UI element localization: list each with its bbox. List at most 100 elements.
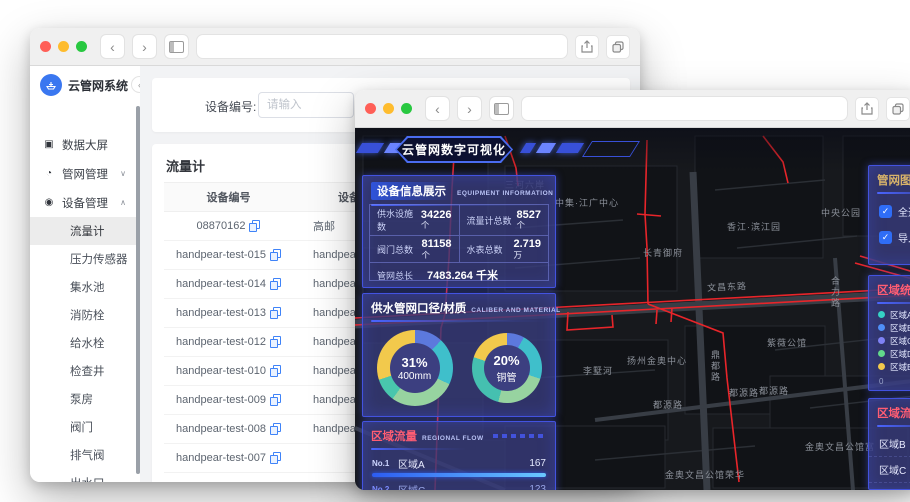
legend-dot <box>878 363 885 370</box>
sidebar-subitem-exhaust-valve[interactable]: 排气阀 <box>30 441 136 469</box>
device-id: handpear-test-014 <box>176 278 266 290</box>
region-flow-list-panel: 区域流量 区域B 区域C 区域D 区域E <box>868 398 910 490</box>
legend-dot <box>878 324 885 331</box>
app-logo-icon <box>40 74 62 96</box>
zoom-window-button[interactable] <box>76 41 87 52</box>
panel-title: 设备信息展示 <box>371 182 452 200</box>
minimize-window-button[interactable] <box>383 103 394 114</box>
close-window-button[interactable] <box>40 41 51 52</box>
map-label: 扬州金奥中心 <box>627 356 688 366</box>
sidebar-item-device-management[interactable]: ◉ 设备管理 ∧ <box>30 188 136 217</box>
stat-cell: 供水设施数 34226 个 <box>370 205 460 235</box>
legend-item[interactable]: 区域B <box>869 321 910 334</box>
sidebar-subitem-catch-basin[interactable]: 集水池 <box>30 273 136 301</box>
app-sidebar: 云管网系统 ‹ ▣ 数据大屏 ◔ 管网管理 ∨ ◉ 设备管理 <box>30 66 148 482</box>
stat-cell: 阀门总数 81158 个 <box>370 236 460 263</box>
screenshot-stage: ‹ › 云管网系统 ‹ ▣ <box>0 0 910 502</box>
browser-chrome: ‹ › <box>355 90 910 128</box>
legend-dot <box>878 350 885 357</box>
sidebar-item-data-screen[interactable]: ▣ 数据大屏 <box>30 130 136 159</box>
sidebar-subitem-valve[interactable]: 阀门 <box>30 413 136 441</box>
panel-subtitle: CALIBER AND MATERIAL <box>471 307 561 314</box>
copy-icon[interactable] <box>269 336 281 348</box>
region-flow-row[interactable]: 区域D <box>869 483 910 490</box>
minimize-window-button[interactable] <box>58 41 69 52</box>
dashboard-title-badge: 云管网数字可视化 <box>395 136 513 163</box>
device-id: handpear-test-007 <box>176 452 266 464</box>
tab-overview-icon[interactable] <box>886 96 910 121</box>
map-road-label: 都源路 <box>653 400 684 410</box>
copy-icon[interactable] <box>269 423 281 435</box>
address-bar[interactable] <box>521 96 848 121</box>
sidebar-subitem-water-hydrant[interactable]: 给水栓 <box>30 329 136 357</box>
tab-overview-icon[interactable] <box>606 34 630 59</box>
app-brand: 云管网系统 <box>30 66 140 96</box>
checkbox-checked-icon[interactable]: ✓ <box>879 204 892 218</box>
sidebar-subitem-pump-house[interactable]: 泵房 <box>30 385 136 413</box>
chevron-up-icon: ∧ <box>120 198 126 207</box>
flow-progress-bar <box>372 473 546 477</box>
sidebar-subitem-pressure-sensor[interactable]: 压力传感器 <box>30 245 136 273</box>
gis-dashboard: 中集·江广中心 三河六岸 香江·滨江园 中央公园 长青御府 文昌东路 合力路 扬… <box>355 128 910 490</box>
traffic-lights <box>40 41 87 52</box>
sidebar-subitem-fire-hydrant[interactable]: 消防栓 <box>30 301 136 329</box>
map-label: 长青御府 <box>643 248 684 258</box>
axis-tick-zero: 0 <box>879 377 884 386</box>
equipment-stats-grid: 供水设施数 34226个 流量计总数 8527个 阀门总数 81158个 <box>369 204 549 282</box>
copy-icon[interactable] <box>269 394 281 406</box>
column-device-no: 设备编号 <box>206 192 251 204</box>
share-icon[interactable] <box>575 34 599 59</box>
layer-option-select-all[interactable]: ✓ 全选 <box>869 198 910 224</box>
region-flow-row[interactable]: 区域B <box>869 431 910 457</box>
sidebar-subitem-flow-meter[interactable]: 流量计 <box>30 217 136 245</box>
caliber-donut-chart[interactable]: 31% 400mm <box>376 330 453 406</box>
legend-item[interactable]: 区域D <box>869 347 910 360</box>
material-donut-chart[interactable]: 20% 铜管 <box>471 333 542 403</box>
close-window-button[interactable] <box>365 103 376 114</box>
chevron-down-icon: ∨ <box>120 169 126 178</box>
flow-rank-row[interactable]: No.1 区域A 167 <box>363 454 555 472</box>
dashboard-title: 云管网数字可视化 <box>401 143 506 157</box>
legend-item[interactable]: 区域A <box>869 308 910 321</box>
checkbox-checked-icon[interactable]: ✓ <box>879 230 892 244</box>
map-road-label: 都源路 <box>729 388 760 398</box>
back-button[interactable]: ‹ <box>100 34 125 59</box>
sidebar-item-label: 数据大屏 <box>62 139 108 152</box>
traffic-lights <box>365 103 412 114</box>
device-icon: ◉ <box>44 197 54 208</box>
copy-icon[interactable] <box>269 365 281 377</box>
decor-dashes <box>492 434 547 438</box>
copy-icon[interactable] <box>269 249 281 261</box>
panel-title: 区域流量 <box>371 431 417 443</box>
device-no-input[interactable] <box>258 92 354 118</box>
copy-icon[interactable] <box>249 220 261 232</box>
sidebar-subitem-inspection-well[interactable]: 检查井 <box>30 357 136 385</box>
sidebar-nav: ▣ 数据大屏 ◔ 管网管理 ∨ ◉ 设备管理 ∧ 流量计 压力传感器 集水池 消… <box>30 130 136 482</box>
sidebar-item-pipe-management[interactable]: ◔ 管网管理 ∨ <box>30 159 136 188</box>
forward-button[interactable]: › <box>132 34 157 59</box>
layer-option-import[interactable]: ✓ 导入 <box>869 224 910 250</box>
forward-button[interactable]: › <box>457 96 482 121</box>
copy-icon[interactable] <box>269 452 281 464</box>
device-id: handpear-test-013 <box>176 307 266 319</box>
legend-item[interactable]: 区域E <box>869 360 910 373</box>
share-icon[interactable] <box>855 96 879 121</box>
map-label: 紫薇公馆 <box>767 338 808 348</box>
device-id: handpear-test-009 <box>176 394 266 406</box>
sidebar-toggle-icon[interactable] <box>164 34 189 59</box>
zoom-window-button[interactable] <box>401 103 412 114</box>
legend-item[interactable]: 区域C <box>869 334 910 347</box>
card-title: 流量计 <box>166 159 206 174</box>
sidebar-subitem-outlet[interactable]: 出水口 <box>30 469 136 482</box>
address-bar[interactable] <box>196 34 568 59</box>
sidebar-toggle-icon[interactable] <box>489 96 514 121</box>
flow-rank-row[interactable]: No.2 区域C 123 <box>363 480 555 491</box>
stat-cell: 流量计总数 8527 个 <box>466 208 542 231</box>
legend-dot <box>878 337 885 344</box>
back-button[interactable]: ‹ <box>425 96 450 121</box>
copy-icon[interactable] <box>269 307 281 319</box>
sidebar-item-label: 设备管理 <box>62 197 108 210</box>
copy-icon[interactable] <box>269 278 281 290</box>
region-flow-row[interactable]: 区域C <box>869 457 910 483</box>
pipe-icon: ◔ <box>45 168 53 179</box>
